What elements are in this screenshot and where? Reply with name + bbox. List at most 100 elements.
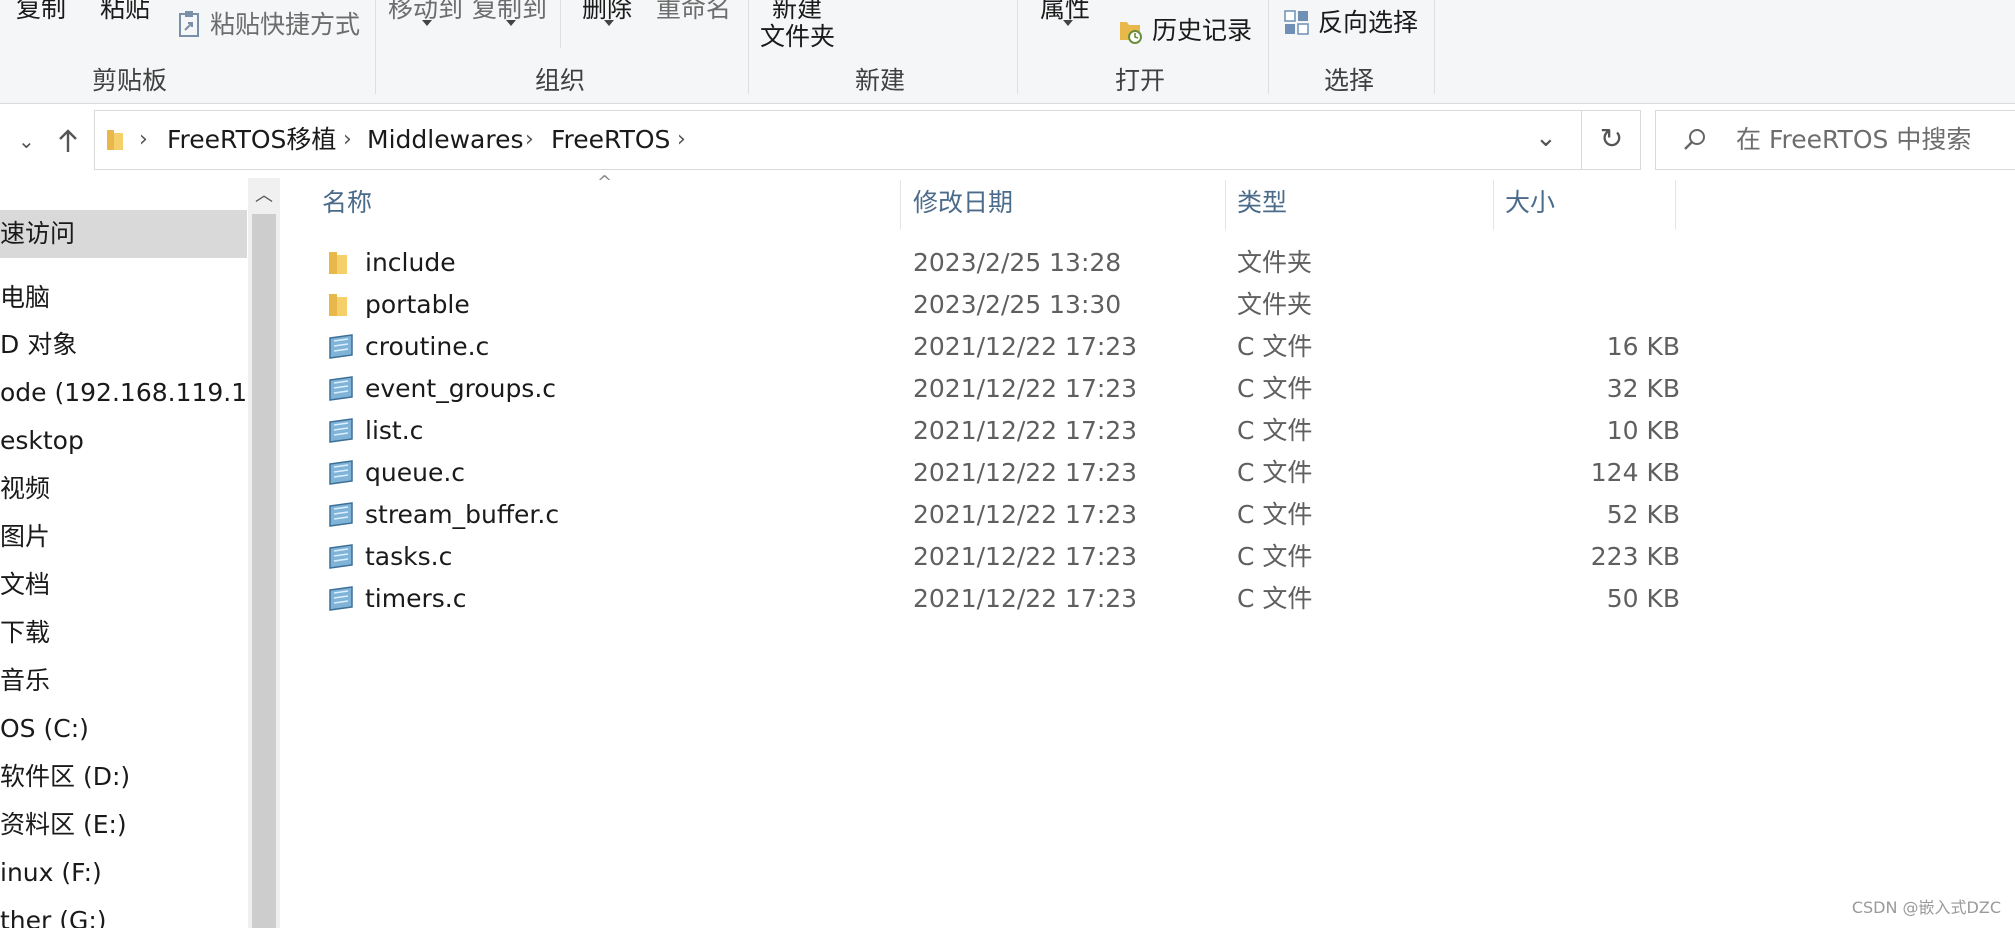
- history-button[interactable]: 历史记录: [1152, 16, 1252, 46]
- search-input[interactable]: 在 FreeRTOS 中搜索: [1736, 125, 1971, 155]
- file-size: 32 KB: [1606, 374, 1680, 403]
- new-folder-button-line1[interactable]: 新建: [772, 0, 822, 24]
- file-type: C 文件: [1237, 500, 1313, 529]
- file-name: croutine.c: [365, 332, 490, 361]
- file-name: event_groups.c: [365, 374, 557, 403]
- file-type: C 文件: [1237, 374, 1313, 403]
- file-type: C 文件: [1237, 584, 1313, 613]
- folder-icon: [326, 292, 350, 322]
- sort-ascending-icon: ^: [597, 172, 613, 193]
- nav-item-pictures[interactable]: 图片: [0, 520, 50, 554]
- file-modified-date: 2021/12/22 17:23: [913, 584, 1138, 613]
- breadcrumb-separator-icon[interactable]: ›: [343, 125, 352, 155]
- file-type: 文件夹: [1237, 248, 1313, 277]
- c-file-icon: [326, 586, 356, 616]
- nav-item-drive-f[interactable]: inux (F:): [0, 856, 102, 890]
- ribbon-separator: [1268, 0, 1269, 94]
- scroll-up-chevron-icon[interactable]: ︿: [248, 178, 280, 214]
- nav-item-videos[interactable]: 视频: [0, 472, 50, 506]
- c-file-icon: [326, 334, 356, 364]
- select-group-label: 选择: [1324, 66, 1375, 95]
- scrollbar-thumb[interactable]: [252, 214, 276, 928]
- nav-item-downloads[interactable]: 下载: [0, 616, 50, 650]
- breadcrumb-separator-icon[interactable]: ›: [525, 125, 534, 155]
- file-name: stream_buffer.c: [365, 500, 560, 529]
- column-header-name[interactable]: 名称: [322, 188, 372, 218]
- ribbon: 复制 粘贴 粘贴快捷方式 剪贴板 移动到 复制到 删除 重命名 组织 新建 文件…: [0, 0, 2015, 104]
- column-separator[interactable]: [900, 180, 901, 230]
- ribbon-separator: [748, 0, 749, 94]
- breadcrumb-freertos[interactable]: FreeRTOS: [551, 125, 670, 155]
- file-modified-date: 2021/12/22 17:23: [913, 332, 1138, 361]
- table-row[interactable]: timers.c 2021/12/22 17:23 C 文件 50 KB: [320, 578, 1680, 620]
- rename-button[interactable]: 重命名: [656, 0, 731, 24]
- refresh-icon: ↻: [1599, 122, 1624, 155]
- column-separator[interactable]: [1225, 180, 1226, 230]
- nav-item-drive-d[interactable]: 软件区 (D:): [0, 760, 130, 794]
- nav-item-drive-g[interactable]: ther (G:): [0, 904, 107, 928]
- up-arrow-icon[interactable]: [57, 128, 79, 154]
- nav-item-music[interactable]: 音乐: [0, 664, 50, 698]
- column-header-size[interactable]: 大小: [1505, 188, 1555, 218]
- nav-item-3d-objects[interactable]: D 对象: [0, 328, 77, 362]
- column-separator[interactable]: [1675, 180, 1676, 230]
- address-bar[interactable]: › FreeRTOS移植 › Middlewares › FreeRTOS › …: [94, 110, 1641, 170]
- file-size: 223 KB: [1590, 542, 1680, 571]
- watermark: CSDN @嵌入式DZC: [1851, 898, 2001, 917]
- file-modified-date: 2023/2/25 13:30: [913, 290, 1122, 319]
- table-row[interactable]: stream_buffer.c 2021/12/22 17:23 C 文件 52 KB: [320, 494, 1680, 536]
- nav-item-drive-e[interactable]: 资料区 (E:): [0, 808, 127, 842]
- table-row[interactable]: event_groups.c 2021/12/22 17:23 C 文件 32 KB: [320, 368, 1680, 410]
- refresh-button[interactable]: ↻: [1581, 110, 1641, 170]
- navigation-pane: 速访问 电脑 D 对象 ode (192.168.119.138 esktop …: [0, 178, 248, 928]
- properties-dropdown-icon: [1063, 20, 1073, 26]
- table-row[interactable]: croutine.c 2021/12/22 17:23 C 文件 16 KB: [320, 326, 1680, 368]
- new-group-label: 新建: [855, 66, 906, 95]
- breadcrumb-separator-icon[interactable]: ›: [677, 125, 686, 155]
- nav-item-quick-access[interactable]: 速访问: [0, 217, 75, 251]
- search-box[interactable]: 在 FreeRTOS 中搜索: [1655, 110, 2015, 170]
- column-header-date[interactable]: 修改日期: [913, 188, 1013, 218]
- file-size: 50 KB: [1606, 584, 1680, 613]
- column-separator[interactable]: [1493, 180, 1494, 230]
- nav-item-drive-c[interactable]: OS (C:): [0, 712, 89, 746]
- new-folder-button-line2[interactable]: 文件夹: [760, 22, 835, 52]
- table-row[interactable]: tasks.c 2021/12/22 17:23 C 文件 223 KB: [320, 536, 1680, 578]
- breadcrumb-freertos-port[interactable]: FreeRTOS移植: [167, 125, 336, 155]
- nav-item-desktop[interactable]: esktop: [0, 424, 84, 458]
- file-name: tasks.c: [365, 542, 453, 571]
- table-row[interactable]: portable 2023/2/25 13:30 文件夹: [320, 284, 1680, 326]
- nav-item-documents[interactable]: 文档: [0, 568, 50, 602]
- c-file-icon: [326, 376, 356, 406]
- history-icon: [1120, 22, 1142, 44]
- file-type: C 文件: [1237, 542, 1313, 571]
- table-row[interactable]: include 2023/2/25 13:28 文件夹: [320, 242, 1680, 284]
- address-history-dropdown-icon[interactable]: ⌄: [1535, 123, 1557, 153]
- file-type: C 文件: [1237, 332, 1313, 361]
- paste-button[interactable]: 粘贴: [100, 0, 150, 24]
- file-size: 10 KB: [1606, 416, 1680, 445]
- file-type: C 文件: [1237, 458, 1313, 487]
- breadcrumb-separator-icon[interactable]: ›: [139, 125, 148, 155]
- table-row[interactable]: queue.c 2021/12/22 17:23 C 文件 124 KB: [320, 452, 1680, 494]
- nav-pane-scrollbar[interactable]: ︿: [248, 178, 280, 928]
- copy-button[interactable]: 复制: [16, 0, 66, 24]
- table-row[interactable]: list.c 2021/12/22 17:23 C 文件 10 KB: [320, 410, 1680, 452]
- file-modified-date: 2021/12/22 17:23: [913, 500, 1138, 529]
- move-to-dropdown-icon: [422, 20, 432, 26]
- invert-selection-button[interactable]: 反向选择: [1318, 8, 1418, 38]
- nav-item-this-pc[interactable]: 电脑: [0, 281, 50, 315]
- c-file-icon: [326, 460, 356, 490]
- breadcrumb-middlewares[interactable]: Middlewares: [367, 125, 523, 155]
- file-modified-date: 2021/12/22 17:23: [913, 542, 1138, 571]
- organize-group-label: 组织: [535, 66, 586, 95]
- paste-shortcut-button[interactable]: 粘贴快捷方式: [210, 10, 360, 40]
- nav-item-network-location[interactable]: ode (192.168.119.138: [0, 376, 248, 410]
- recent-locations-chevron-icon[interactable]: ⌄: [18, 126, 35, 156]
- c-file-icon: [326, 544, 356, 574]
- paste-shortcut-icon: [179, 11, 199, 37]
- folder-icon: [326, 250, 350, 280]
- column-header-type[interactable]: 类型: [1237, 188, 1287, 218]
- clipboard-group-label: 剪贴板: [92, 66, 168, 95]
- ribbon-separator: [1434, 0, 1435, 94]
